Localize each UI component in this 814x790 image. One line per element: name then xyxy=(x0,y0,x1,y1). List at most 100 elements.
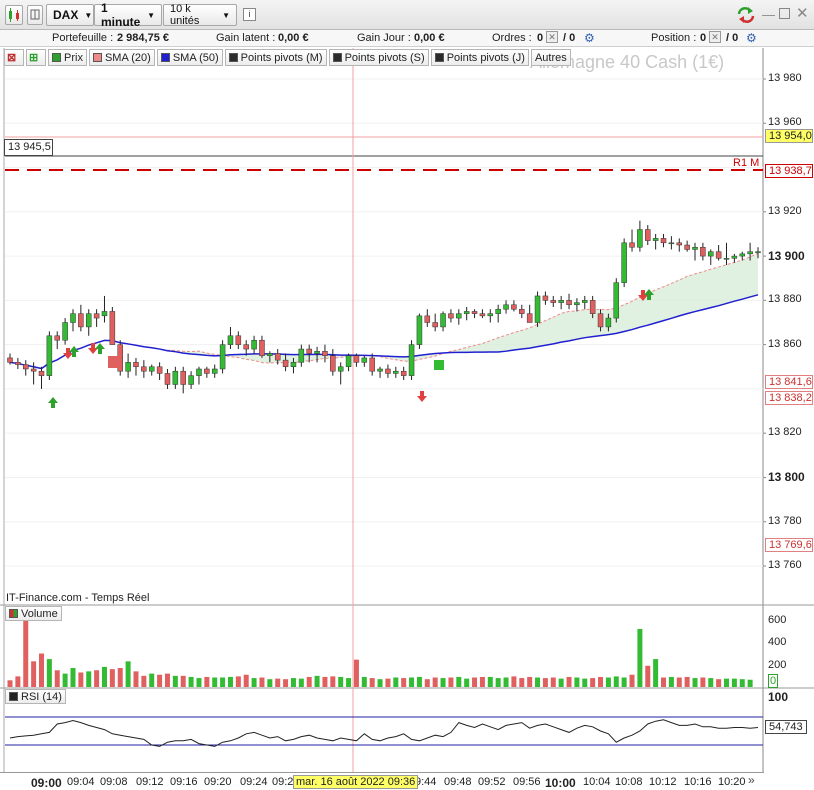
volume-bar xyxy=(267,679,273,687)
time-axis-label: 09:16 xyxy=(170,776,198,788)
volume-bar xyxy=(550,677,556,687)
candle-body xyxy=(227,335,234,345)
indicator-pivot-j[interactable]: Points pivots (J) xyxy=(430,49,529,66)
instrument-select[interactable]: DAX ▼ xyxy=(46,4,94,26)
remove-icon[interactable]: ⊠ xyxy=(4,49,24,66)
candle-body xyxy=(54,335,60,341)
candle-body xyxy=(526,313,533,323)
volume-bar xyxy=(605,677,611,687)
volume-bar xyxy=(739,679,745,687)
maximize-icon[interactable] xyxy=(779,8,790,19)
volume-bar xyxy=(220,677,226,687)
volume-axis-label: 600 xyxy=(768,614,787,626)
volume-bar xyxy=(62,673,68,687)
volume-bar xyxy=(621,677,627,687)
gear-icon[interactable]: ⚙ xyxy=(584,31,595,45)
candle-body xyxy=(235,335,242,345)
chart-type-icon[interactable] xyxy=(5,5,23,25)
candle-body xyxy=(542,295,549,301)
candle-body xyxy=(46,335,53,376)
volume-bar xyxy=(472,677,478,687)
candle-body xyxy=(164,373,171,385)
add-icon[interactable]: ⊞ xyxy=(26,49,46,66)
indicator-label: Points pivots (J) xyxy=(446,51,525,64)
minimize-icon[interactable]: — xyxy=(762,7,775,22)
volume-pane-label[interactable]: Volume xyxy=(5,606,62,621)
time-axis-label: 10:16 xyxy=(684,776,712,788)
latent-label: Gain latent : xyxy=(216,32,276,44)
time-axis-label: 09:12 xyxy=(136,776,164,788)
volume-bar xyxy=(558,678,564,687)
interval-select[interactable]: 1 minute ▼ xyxy=(94,1,162,29)
volume-bar xyxy=(692,678,698,687)
gear-icon[interactable]: ⚙ xyxy=(746,31,757,45)
volume-bar xyxy=(401,678,407,687)
price-chart-svg[interactable] xyxy=(0,48,814,790)
sma-cross-marker xyxy=(108,356,118,368)
legend-swatch xyxy=(160,53,170,62)
volume-bar xyxy=(275,678,281,687)
close-icon[interactable]: ✕ xyxy=(796,4,809,22)
time-axis-label: 10:00 xyxy=(545,776,576,790)
volume-bar xyxy=(212,677,218,687)
indicator-sma20[interactable]: SMA (20) xyxy=(88,49,155,66)
pivot-label: R1 M xyxy=(733,157,760,169)
legend-swatch xyxy=(434,53,444,62)
indicator-label: Points pivots (M) xyxy=(240,51,323,64)
candle-body xyxy=(400,370,407,376)
chart-grid-icon[interactable] xyxy=(27,5,43,25)
indicator-pivot-m[interactable]: Points pivots (M) xyxy=(224,49,327,66)
volume-bar xyxy=(125,661,131,687)
time-axis-label: 10:08 xyxy=(615,776,643,788)
volume-bar xyxy=(188,676,194,687)
indicator-prix[interactable]: Prix xyxy=(48,49,87,66)
indicator-pivot-s[interactable]: Points pivots (S) xyxy=(328,49,429,66)
indicator-label: Autres xyxy=(534,51,567,64)
units-select[interactable]: 10 k unités ▼ xyxy=(163,3,237,27)
orders-cancel-icon[interactable]: ✕ xyxy=(546,31,558,43)
volume-bar xyxy=(503,677,509,687)
candle-body xyxy=(211,368,218,374)
candle-body xyxy=(755,251,761,253)
volume-bar xyxy=(409,677,415,687)
rsi-label: RSI (14) xyxy=(21,690,62,703)
sma-price-tag: 13 838,2 xyxy=(765,391,813,405)
volume-bar xyxy=(527,676,533,687)
candle-body xyxy=(22,364,29,370)
indicator-sma50[interactable]: SMA (50) xyxy=(156,49,223,66)
legend-swatch xyxy=(332,53,342,62)
scroll-right-icon[interactable]: » xyxy=(748,773,755,787)
chevron-down-icon: ▼ xyxy=(147,10,155,20)
price-axis-label: 13 980 xyxy=(768,72,802,84)
price-axis-label: 13 760 xyxy=(768,559,802,571)
volume-bar xyxy=(629,674,635,687)
indicator-bar: ⊠ ⊞ Prix SMA (20) SMA (50) Points pivots… xyxy=(4,49,573,66)
volume-bar xyxy=(133,671,139,687)
volume-bar xyxy=(338,676,344,687)
price-axis-label: 13 960 xyxy=(768,116,802,129)
chart-area[interactable] xyxy=(0,48,814,790)
candle-body xyxy=(463,311,470,314)
volume-bar xyxy=(637,628,643,687)
legend-swatch xyxy=(9,609,18,618)
legend-swatch xyxy=(9,692,18,701)
crosshair-price-tag: 13 954,0 xyxy=(765,129,813,143)
volume-bar xyxy=(464,678,470,687)
sell-signal-icon xyxy=(417,391,427,402)
position-cancel-icon[interactable]: ✕ xyxy=(709,31,721,43)
volume-bar xyxy=(716,679,722,687)
candle-body xyxy=(306,348,312,354)
candle-body xyxy=(109,311,116,345)
position-label: Position : xyxy=(651,32,697,44)
volume-bar xyxy=(440,678,446,687)
info-icon[interactable]: i xyxy=(243,8,256,21)
candle-body xyxy=(70,313,76,323)
candle-body xyxy=(282,359,289,368)
indicator-others[interactable]: Autres xyxy=(530,49,571,66)
volume-bar xyxy=(15,676,21,687)
volume-bar xyxy=(542,678,548,687)
volume-bar xyxy=(385,678,391,687)
rsi-pane-label[interactable]: RSI (14) xyxy=(5,689,66,704)
day-gain-label: Gain Jour : xyxy=(357,32,411,44)
refresh-icon[interactable] xyxy=(736,6,756,24)
